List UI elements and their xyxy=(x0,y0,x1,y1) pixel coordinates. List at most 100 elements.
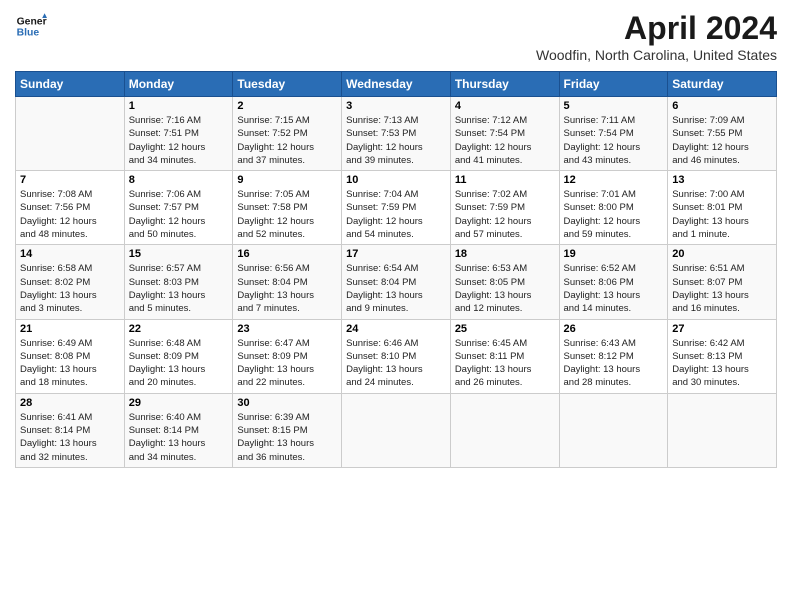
header: General Blue April 2024 Woodfin, North C… xyxy=(15,10,777,63)
day-info: Sunrise: 7:04 AM Sunset: 7:59 PM Dayligh… xyxy=(346,188,446,241)
day-number: 3 xyxy=(346,100,446,112)
day-info: Sunrise: 7:06 AM Sunset: 7:57 PM Dayligh… xyxy=(129,188,229,241)
calendar-cell: 28 Sunrise: 6:41 AM Sunset: 8:14 PM Dayli… xyxy=(16,393,125,467)
calendar-cell: 21 Sunrise: 6:49 AM Sunset: 8:08 PM Dayli… xyxy=(16,319,125,393)
col-saturday: Saturday xyxy=(668,72,777,97)
col-thursday: Thursday xyxy=(450,72,559,97)
day-number: 21 xyxy=(20,323,120,335)
day-info: Sunrise: 6:40 AM Sunset: 8:14 PM Dayligh… xyxy=(129,411,229,464)
day-info: Sunrise: 6:41 AM Sunset: 8:14 PM Dayligh… xyxy=(20,411,120,464)
day-info: Sunrise: 6:54 AM Sunset: 8:04 PM Dayligh… xyxy=(346,262,446,315)
day-number: 23 xyxy=(237,323,337,335)
day-info: Sunrise: 7:11 AM Sunset: 7:54 PM Dayligh… xyxy=(564,114,664,167)
main-title: April 2024 xyxy=(536,10,777,47)
calendar-table: Sunday Monday Tuesday Wednesday Thursday… xyxy=(15,71,777,468)
day-info: Sunrise: 7:12 AM Sunset: 7:54 PM Dayligh… xyxy=(455,114,555,167)
day-info: Sunrise: 7:13 AM Sunset: 7:53 PM Dayligh… xyxy=(346,114,446,167)
calendar-cell: 25Sunrise: 6:45 AM Sunset: 8:11 PM Dayli… xyxy=(450,319,559,393)
calendar-cell: 27 Sunrise: 6:42 AM Sunset: 8:13 PM Dayli… xyxy=(668,319,777,393)
calendar-cell: 29Sunrise: 6:40 AM Sunset: 8:14 PM Dayli… xyxy=(124,393,233,467)
day-info: Sunrise: 7:00 AM Sunset: 8:01 PM Dayligh… xyxy=(672,188,772,241)
day-number: 5 xyxy=(564,100,664,112)
day-number: 6 xyxy=(672,100,772,112)
day-info: Sunrise: 6:45 AM Sunset: 8:11 PM Dayligh… xyxy=(455,337,555,390)
day-info: Sunrise: 6:57 AM Sunset: 8:03 PM Dayligh… xyxy=(129,262,229,315)
day-number: 1 xyxy=(129,100,229,112)
day-number: 14 xyxy=(20,248,120,260)
day-info: Sunrise: 7:15 AM Sunset: 7:52 PM Dayligh… xyxy=(237,114,337,167)
day-info: Sunrise: 6:51 AM Sunset: 8:07 PM Dayligh… xyxy=(672,262,772,315)
calendar-cell: 30Sunrise: 6:39 AM Sunset: 8:15 PM Dayli… xyxy=(233,393,342,467)
day-info: Sunrise: 6:43 AM Sunset: 8:12 PM Dayligh… xyxy=(564,337,664,390)
day-info: Sunrise: 7:02 AM Sunset: 7:59 PM Dayligh… xyxy=(455,188,555,241)
day-number: 27 xyxy=(672,323,772,335)
day-number: 9 xyxy=(237,174,337,186)
week-row-1: 1 Sunrise: 7:16 AM Sunset: 7:51 PM Daylig… xyxy=(16,97,777,171)
day-info: Sunrise: 7:16 AM Sunset: 7:51 PM Dayligh… xyxy=(129,114,229,167)
day-info: Sunrise: 6:49 AM Sunset: 8:08 PM Dayligh… xyxy=(20,337,120,390)
subtitle: Woodfin, North Carolina, United States xyxy=(536,47,777,63)
calendar-cell: 12 Sunrise: 7:01 AM Sunset: 8:00 PM Dayli… xyxy=(559,171,668,245)
svg-text:General: General xyxy=(17,16,47,27)
calendar-cell: 13 Sunrise: 7:00 AM Sunset: 8:01 PM Dayli… xyxy=(668,171,777,245)
calendar-cell: 9 Sunrise: 7:05 AM Sunset: 7:58 PM Daylig… xyxy=(233,171,342,245)
week-row-2: 7Sunrise: 7:08 AM Sunset: 7:56 PM Daylig… xyxy=(16,171,777,245)
logo: General Blue xyxy=(15,10,47,42)
day-number: 20 xyxy=(672,248,772,260)
calendar-cell: 23Sunrise: 6:47 AM Sunset: 8:09 PM Dayli… xyxy=(233,319,342,393)
header-row: Sunday Monday Tuesday Wednesday Thursday… xyxy=(16,72,777,97)
calendar-cell: 4 Sunrise: 7:12 AM Sunset: 7:54 PM Daylig… xyxy=(450,97,559,171)
col-tuesday: Tuesday xyxy=(233,72,342,97)
calendar-cell: 15 Sunrise: 6:57 AM Sunset: 8:03 PM Dayli… xyxy=(124,245,233,319)
day-info: Sunrise: 7:05 AM Sunset: 7:58 PM Dayligh… xyxy=(237,188,337,241)
day-info: Sunrise: 6:48 AM Sunset: 8:09 PM Dayligh… xyxy=(129,337,229,390)
calendar-cell: 5 Sunrise: 7:11 AM Sunset: 7:54 PM Daylig… xyxy=(559,97,668,171)
day-info: Sunrise: 7:09 AM Sunset: 7:55 PM Dayligh… xyxy=(672,114,772,167)
calendar-cell: 6 Sunrise: 7:09 AM Sunset: 7:55 PM Daylig… xyxy=(668,97,777,171)
day-number: 24 xyxy=(346,323,446,335)
col-monday: Monday xyxy=(124,72,233,97)
day-number: 4 xyxy=(455,100,555,112)
day-info: Sunrise: 6:56 AM Sunset: 8:04 PM Dayligh… xyxy=(237,262,337,315)
calendar-cell: 22 Sunrise: 6:48 AM Sunset: 8:09 PM Dayli… xyxy=(124,319,233,393)
day-number: 15 xyxy=(129,248,229,260)
day-number: 2 xyxy=(237,100,337,112)
day-info: Sunrise: 7:08 AM Sunset: 7:56 PM Dayligh… xyxy=(20,188,120,241)
logo-icon: General Blue xyxy=(15,10,47,42)
day-number: 17 xyxy=(346,248,446,260)
day-number: 22 xyxy=(129,323,229,335)
day-info: Sunrise: 6:39 AM Sunset: 8:15 PM Dayligh… xyxy=(237,411,337,464)
calendar-cell: 18 Sunrise: 6:53 AM Sunset: 8:05 PM Dayli… xyxy=(450,245,559,319)
calendar-cell: 2 Sunrise: 7:15 AM Sunset: 7:52 PM Daylig… xyxy=(233,97,342,171)
calendar-cell: 19 Sunrise: 6:52 AM Sunset: 8:06 PM Dayli… xyxy=(559,245,668,319)
day-number: 18 xyxy=(455,248,555,260)
day-info: Sunrise: 6:52 AM Sunset: 8:06 PM Dayligh… xyxy=(564,262,664,315)
day-number: 13 xyxy=(672,174,772,186)
day-info: Sunrise: 6:53 AM Sunset: 8:05 PM Dayligh… xyxy=(455,262,555,315)
col-wednesday: Wednesday xyxy=(342,72,451,97)
day-number: 10 xyxy=(346,174,446,186)
calendar-cell: 7Sunrise: 7:08 AM Sunset: 7:56 PM Daylig… xyxy=(16,171,125,245)
calendar-cell: 26Sunrise: 6:43 AM Sunset: 8:12 PM Dayli… xyxy=(559,319,668,393)
title-block: April 2024 Woodfin, North Carolina, Unit… xyxy=(536,10,777,63)
calendar-cell xyxy=(450,393,559,467)
calendar-cell: 3 Sunrise: 7:13 AM Sunset: 7:53 PM Daylig… xyxy=(342,97,451,171)
day-info: Sunrise: 7:01 AM Sunset: 8:00 PM Dayligh… xyxy=(564,188,664,241)
calendar-cell: 20 Sunrise: 6:51 AM Sunset: 8:07 PM Dayli… xyxy=(668,245,777,319)
day-info: Sunrise: 6:46 AM Sunset: 8:10 PM Dayligh… xyxy=(346,337,446,390)
week-row-3: 14Sunrise: 6:58 AM Sunset: 8:02 PM Dayli… xyxy=(16,245,777,319)
calendar-cell xyxy=(342,393,451,467)
day-number: 19 xyxy=(564,248,664,260)
calendar-cell xyxy=(668,393,777,467)
day-info: Sunrise: 6:42 AM Sunset: 8:13 PM Dayligh… xyxy=(672,337,772,390)
week-row-5: 28 Sunrise: 6:41 AM Sunset: 8:14 PM Dayli… xyxy=(16,393,777,467)
day-number: 28 xyxy=(20,397,120,409)
day-number: 16 xyxy=(237,248,337,260)
day-number: 12 xyxy=(564,174,664,186)
svg-text:Blue: Blue xyxy=(17,28,40,39)
calendar-cell: 8Sunrise: 7:06 AM Sunset: 7:57 PM Daylig… xyxy=(124,171,233,245)
calendar-cell: 1 Sunrise: 7:16 AM Sunset: 7:51 PM Daylig… xyxy=(124,97,233,171)
calendar-cell: 17 Sunrise: 6:54 AM Sunset: 8:04 PM Dayli… xyxy=(342,245,451,319)
calendar-cell: 16 Sunrise: 6:56 AM Sunset: 8:04 PM Dayli… xyxy=(233,245,342,319)
calendar-header: Sunday Monday Tuesday Wednesday Thursday… xyxy=(16,72,777,97)
